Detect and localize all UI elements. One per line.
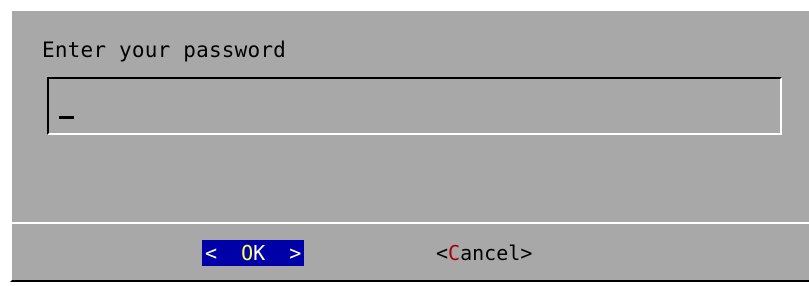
password-dialog: Enter your password < OK > <Cancel> — [10, 9, 809, 282]
ok-open-bracket: < — [205, 241, 242, 265]
cancel-label-rest: ancel — [460, 241, 521, 265]
button-separator — [12, 222, 809, 224]
terminal-screen: Enter your password < OK > <Cancel> — [0, 0, 809, 286]
cancel-hotkey: C — [448, 241, 461, 265]
password-prompt: Enter your password — [42, 38, 287, 62]
cancel-button[interactable]: <Cancel> — [436, 240, 532, 266]
text-cursor — [59, 116, 74, 119]
ok-close-bracket: > — [265, 241, 302, 265]
ok-hotkey: O — [241, 241, 254, 265]
ok-label-rest: K — [253, 241, 266, 265]
ok-button[interactable]: < OK > — [202, 240, 305, 266]
cancel-close-bracket: > — [520, 241, 533, 265]
cancel-open-bracket: < — [436, 241, 449, 265]
password-input[interactable] — [47, 77, 782, 135]
